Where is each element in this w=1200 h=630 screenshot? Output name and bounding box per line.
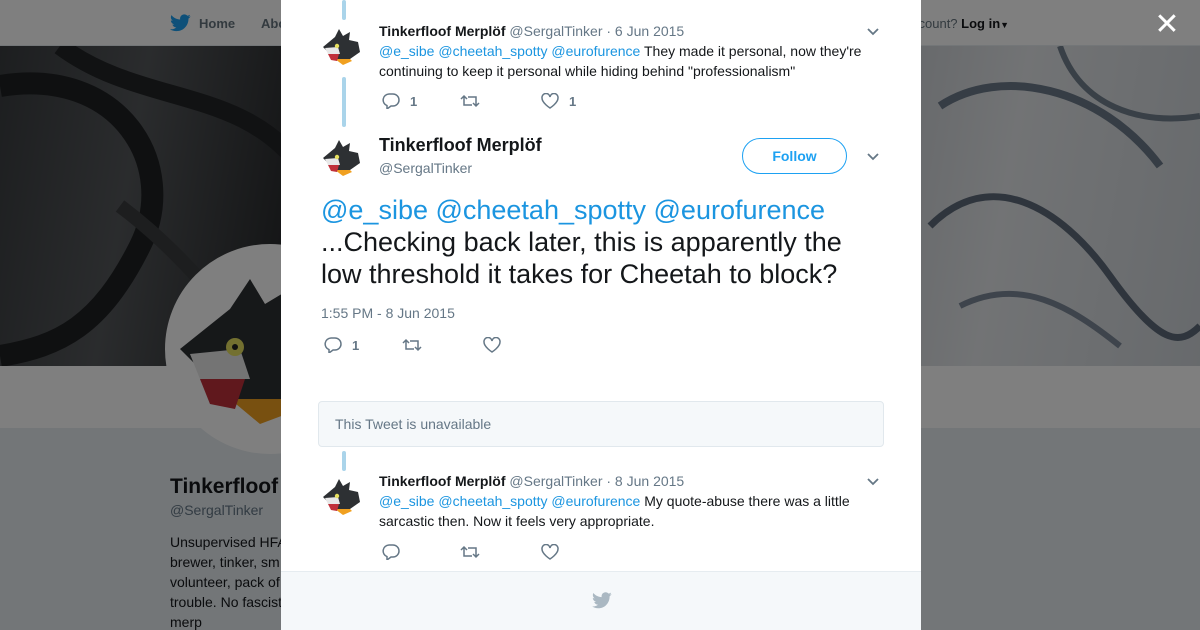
tweet-author-name[interactable]: Tinkerfloof Merplöf — [379, 23, 506, 39]
like-button[interactable]: 1 — [541, 93, 576, 109]
reply-icon — [382, 93, 400, 109]
unavailable-tweet-notice: This Tweet is unavailable — [318, 401, 884, 447]
main-tweet-author-name[interactable]: Tinkerfloof Merplöf — [379, 135, 542, 156]
thread-line — [342, 451, 346, 471]
retweet-button[interactable] — [402, 337, 432, 353]
chevron-down-icon[interactable] — [865, 149, 881, 165]
sergal-avatar-image — [323, 140, 360, 176]
tweet-header: Tinkerfloof Merplöf @SergalTinker · 6 Ju… — [379, 23, 684, 39]
tweet-modal: Tinkerfloof Merplöf @SergalTinker · 6 Ju… — [281, 0, 921, 630]
avatar[interactable] — [321, 473, 369, 521]
reply-icon — [382, 544, 400, 560]
avatar[interactable] — [321, 134, 369, 182]
main-tweet-author-handle[interactable]: @SergalTinker — [379, 160, 472, 176]
sergal-avatar-image — [323, 479, 360, 515]
chevron-down-icon[interactable] — [865, 474, 881, 490]
retweet-button[interactable] — [460, 93, 490, 109]
retweet-icon — [460, 94, 480, 108]
retweet-icon — [402, 338, 422, 352]
main-tweet-body: ...Checking back later, this is apparent… — [321, 227, 842, 289]
tweet-author-handle[interactable]: @SergalTinker — [509, 473, 602, 489]
main-tweet-mentions[interactable]: @e_sibe @cheetah_spotty @eurofurence — [321, 195, 825, 225]
modal-footer — [281, 571, 921, 630]
tweet-mentions[interactable]: @e_sibe @cheetah_spotty @eurofurence — [379, 493, 640, 509]
tweet-header: Tinkerfloof Merplöf @SergalTinker · 8 Ju… — [379, 473, 684, 489]
reply-button[interactable]: 1 — [324, 337, 359, 353]
tweet-text: @e_sibe @cheetah_spotty @eurofurence The… — [379, 41, 869, 81]
retweet-icon — [460, 545, 480, 559]
tweet-date[interactable]: · 6 Jun 2015 — [606, 23, 684, 39]
reply-button[interactable] — [382, 544, 410, 560]
tweet-author-name[interactable]: Tinkerfloof Merplöf — [379, 473, 506, 489]
chevron-down-icon[interactable] — [865, 24, 881, 40]
sergal-avatar-image — [323, 29, 360, 65]
heart-icon — [483, 337, 501, 353]
follow-button[interactable]: Follow — [742, 138, 847, 174]
close-icon[interactable]: ✕ — [1152, 10, 1182, 40]
reply-count: 1 — [410, 93, 418, 109]
heart-icon — [541, 93, 559, 109]
like-count: 1 — [569, 93, 577, 109]
thread-line — [342, 0, 346, 20]
reply-button[interactable]: 1 — [382, 93, 417, 109]
reply-icon — [324, 337, 342, 353]
retweet-button[interactable] — [460, 544, 490, 560]
heart-icon — [541, 544, 559, 560]
tweet-text: @e_sibe @cheetah_spotty @eurofurence My … — [379, 491, 869, 531]
avatar[interactable] — [321, 23, 369, 71]
tweet-author-handle[interactable]: @SergalTinker — [509, 23, 602, 39]
like-button[interactable] — [541, 544, 569, 560]
main-tweet-timestamp[interactable]: 1:55 PM - 8 Jun 2015 — [321, 305, 455, 321]
like-button[interactable] — [483, 337, 511, 353]
main-tweet-text: @e_sibe @cheetah_spotty @eurofurence ...… — [321, 194, 881, 290]
twitter-bird-icon[interactable] — [592, 592, 612, 609]
thread-line — [342, 77, 346, 127]
tweet-date[interactable]: · 8 Jun 2015 — [606, 473, 684, 489]
tweet-mentions[interactable]: @e_sibe @cheetah_spotty @eurofurence — [379, 43, 640, 59]
reply-count: 1 — [352, 337, 360, 353]
